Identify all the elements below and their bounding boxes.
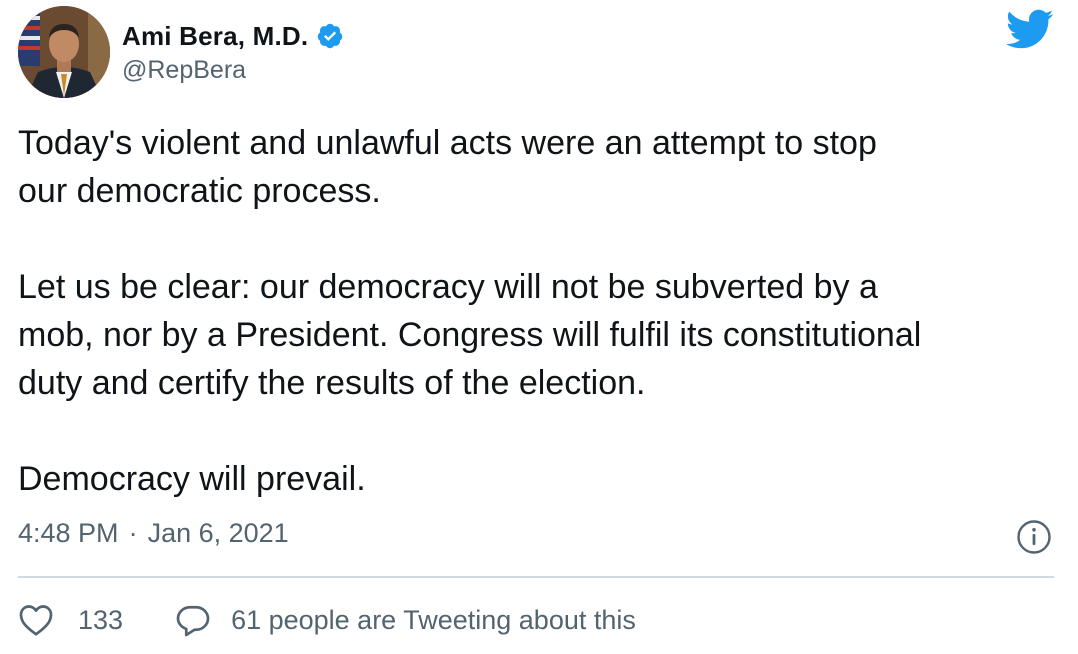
author-handle[interactable]: @RepBera: [122, 56, 246, 85]
like-button[interactable]: 133: [18, 603, 175, 637]
info-icon[interactable]: [1016, 519, 1052, 555]
avatar-image: [18, 6, 110, 98]
tweet-time: 4:48 PM: [18, 518, 119, 548]
verified-badge-icon: [316, 22, 344, 50]
tweet-text: Today's violent and unlawful acts were a…: [18, 119, 1058, 503]
avatar[interactable]: [18, 6, 110, 98]
tweet-paragraph: Let us be clear: our democracy will not …: [18, 268, 922, 402]
divider: [18, 576, 1054, 578]
like-count: 133: [78, 604, 124, 635]
timestamp-separator: ·: [128, 518, 138, 548]
tweet-date: Jan 6, 2021: [147, 518, 289, 548]
twitter-bird-icon[interactable]: [1004, 8, 1054, 50]
engagement-bar: 133 61 people are Tweeting about this: [18, 598, 636, 642]
tweet-paragraph: Democracy will prevail.: [18, 460, 366, 498]
tweeting-about-text: 61 people are Tweeting about this: [231, 604, 636, 635]
speech-bubble-icon: [175, 603, 211, 637]
heart-icon: [18, 603, 54, 637]
tweeting-about-link[interactable]: 61 people are Tweeting about this: [175, 603, 636, 637]
author-display-name[interactable]: Ami Bera, M.D.: [122, 21, 308, 52]
tweet-card: Ami Bera, M.D. @RepBera Today's violent …: [0, 0, 1078, 654]
author-name-row: Ami Bera, M.D.: [122, 16, 344, 56]
tweet-paragraph: Today's violent and unlawful acts were a…: [18, 124, 877, 210]
tweet-timestamp[interactable]: 4:48 PM · Jan 6, 2021: [18, 518, 289, 549]
